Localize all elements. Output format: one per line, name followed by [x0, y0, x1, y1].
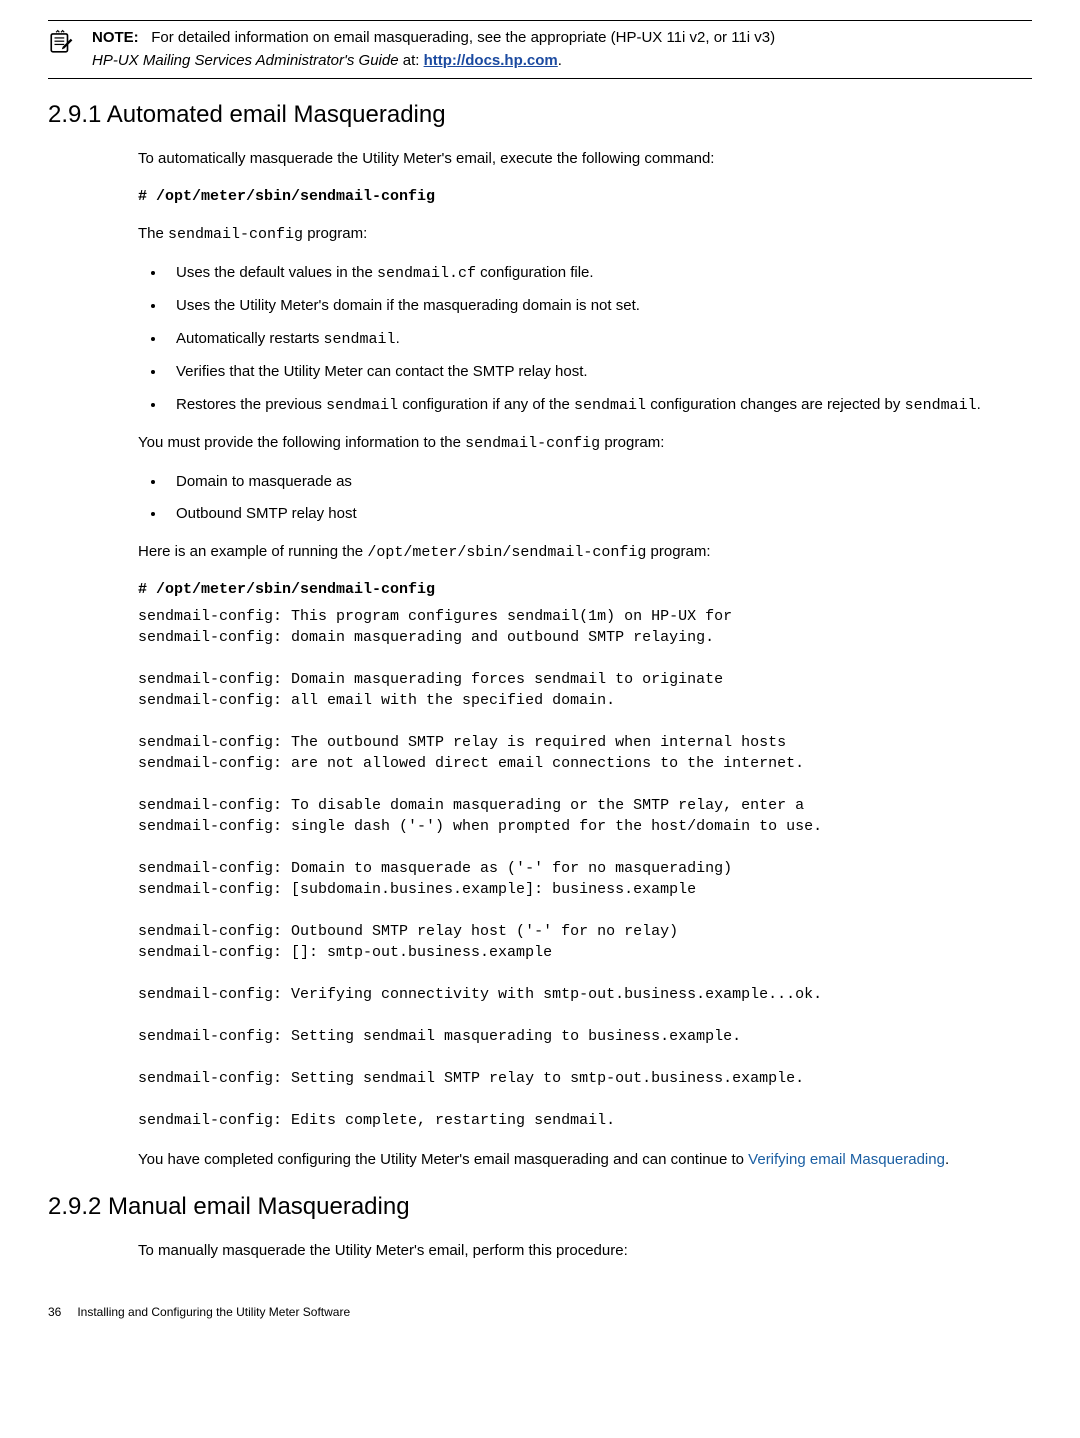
list-item: Outbound SMTP relay host: [166, 503, 1032, 526]
inline-code: sendmail-config: [465, 435, 600, 452]
sec1-p2: The sendmail-config program:: [138, 223, 1032, 247]
list-item: Verifies that the Utility Meter can cont…: [166, 361, 1032, 384]
text: configuration file.: [476, 264, 594, 281]
note-label: NOTE:: [92, 29, 139, 46]
sec1-p4: Here is an example of running the /opt/m…: [138, 541, 1032, 565]
inline-code: /opt/meter/sbin/sendmail-config: [367, 544, 646, 561]
sec1-intro: To automatically masquerade the Utility …: [138, 148, 1032, 171]
bullet-list-2: Domain to masquerade as Outbound SMTP re…: [138, 471, 1032, 526]
text: .: [977, 396, 981, 413]
rule-mid: [48, 78, 1032, 79]
inline-code: sendmail: [324, 331, 396, 348]
inline-code: sendmail: [905, 397, 977, 414]
list-item: Restores the previous sendmail configura…: [166, 394, 1032, 418]
footer-title: Installing and Configuring the Utility M…: [77, 1305, 350, 1319]
sec1-cmd1: # /opt/meter/sbin/sendmail-config: [138, 186, 1032, 209]
note-pencil-icon: [48, 29, 74, 55]
note-guide-title: HP-UX Mailing Services Administrator's G…: [92, 52, 399, 69]
text: configuration changes are rejected by: [646, 396, 905, 413]
text: The: [138, 225, 168, 242]
sec1-p5: You have completed configuring the Utili…: [138, 1149, 1032, 1172]
rule-top: [48, 20, 1032, 21]
heading-2-9-1: 2.9.1 Automated email Masquerading: [48, 97, 1032, 133]
list-item: Domain to masquerade as: [166, 471, 1032, 494]
text: configuration if any of the: [398, 396, 574, 413]
sec2-intro: To manually masquerade the Utility Meter…: [138, 1240, 1032, 1263]
page-footer: 36 Installing and Configuring the Utilit…: [48, 1303, 1032, 1321]
text: Automatically restarts: [176, 330, 324, 347]
note-line2-end: .: [558, 52, 562, 69]
note-block: NOTE: For detailed information on email …: [48, 27, 1032, 72]
bullet-list-1: Uses the default values in the sendmail.…: [138, 262, 1032, 418]
text: program:: [646, 543, 710, 560]
page-number: 36: [48, 1303, 74, 1321]
text: program:: [600, 434, 664, 451]
list-item: Automatically restarts sendmail.: [166, 328, 1032, 352]
inline-code: sendmail.cf: [377, 265, 476, 282]
sec1-p3: You must provide the following informati…: [138, 432, 1032, 456]
text: Here is an example of running the: [138, 543, 367, 560]
sec1-cmd2: # /opt/meter/sbin/sendmail-config: [138, 579, 1032, 602]
text: You have completed configuring the Utili…: [138, 1151, 748, 1168]
inline-code: sendmail: [326, 397, 398, 414]
text: .: [396, 330, 400, 347]
text: Restores the previous: [176, 396, 326, 413]
text: .: [945, 1151, 949, 1168]
list-item: Uses the Utility Meter's domain if the m…: [166, 295, 1032, 318]
text: Uses the default values in the: [176, 264, 377, 281]
inline-code: sendmail-config: [168, 226, 303, 243]
code-block: sendmail-config: This program configures…: [138, 606, 1032, 1131]
cross-reference-link[interactable]: Verifying email Masquerading: [748, 1151, 945, 1168]
heading-2-9-2: 2.9.2 Manual email Masquerading: [48, 1189, 1032, 1225]
list-item: Uses the default values in the sendmail.…: [166, 262, 1032, 286]
note-line2-mid: at:: [399, 52, 424, 69]
text: program:: [303, 225, 367, 242]
inline-code: sendmail: [574, 397, 646, 414]
text: You must provide the following informati…: [138, 434, 465, 451]
note-link[interactable]: http://docs.hp.com: [424, 52, 558, 69]
note-line1: For detailed information on email masque…: [151, 29, 775, 46]
note-text: NOTE: For detailed information on email …: [92, 27, 1032, 72]
